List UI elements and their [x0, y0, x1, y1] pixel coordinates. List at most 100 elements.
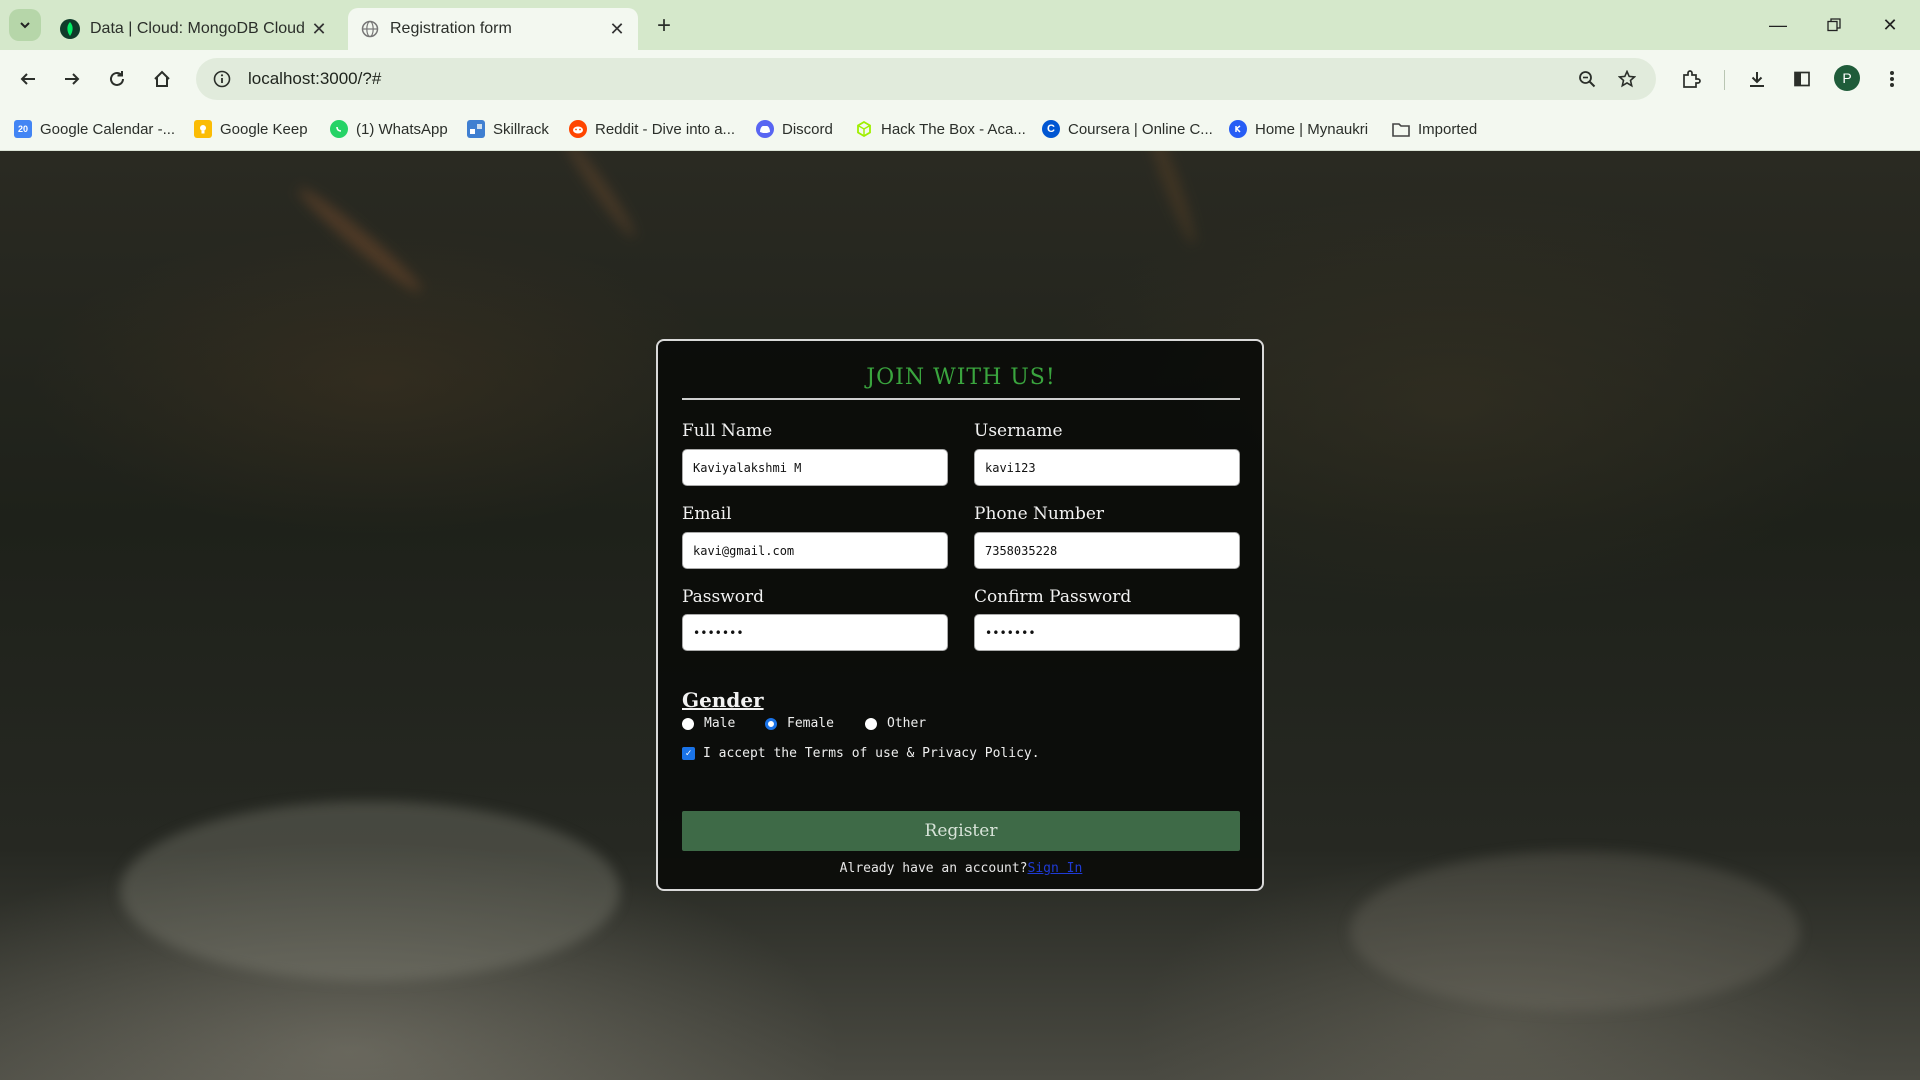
bookmark-coursera[interactable]: C Coursera | Online C... — [1042, 117, 1213, 141]
bookmark-label: Skillrack — [493, 120, 549, 138]
globe-icon — [360, 19, 380, 39]
bookmark-whatsapp[interactable]: (1) WhatsApp — [330, 117, 448, 141]
registration-card: JOIN WITH US! Full Name Kaviyalakshmi M … — [656, 339, 1264, 891]
gender-option-male[interactable]: Male — [682, 716, 735, 731]
radio-button[interactable] — [865, 717, 877, 730]
site-info-icon[interactable] — [204, 61, 240, 97]
new-tab-button[interactable]: + — [650, 12, 678, 40]
bookmark-mynaukri[interactable]: Home | Mynaukri — [1229, 117, 1368, 141]
download-icon[interactable] — [1741, 63, 1773, 95]
more-menu-icon[interactable] — [1876, 63, 1908, 95]
signin-link[interactable]: Sign In — [1028, 861, 1083, 876]
background-foliage — [120, 801, 620, 981]
bookmark-label: (1) WhatsApp — [356, 120, 448, 138]
bookmark-folder-imported[interactable]: Imported — [1392, 117, 1477, 141]
naukri-icon — [1229, 120, 1247, 138]
reddit-icon — [569, 120, 587, 138]
discord-icon — [756, 120, 774, 138]
checkmark-icon[interactable]: ✓ — [682, 747, 695, 760]
background-foliage — [1350, 851, 1800, 1011]
radio-button-selected[interactable] — [765, 717, 777, 730]
signin-prompt: Already have an account?Sign In — [682, 861, 1240, 876]
already-account-text: Already have an account? — [839, 861, 1028, 876]
bookmark-label: Google Keep — [220, 120, 308, 138]
email-label: Email — [682, 504, 732, 524]
profile-avatar[interactable]: P — [1834, 65, 1860, 91]
radio-label: Other — [887, 716, 927, 731]
calendar-icon: 20 — [14, 120, 32, 138]
gender-option-other[interactable]: Other — [865, 716, 926, 731]
close-icon[interactable]: ✕ — [604, 16, 630, 42]
bookmark-hackthebox[interactable]: Hack The Box - Aca... — [855, 117, 1026, 141]
tab-title: Data | Cloud: MongoDB Cloud — [90, 20, 305, 37]
bookmark-label: Hack The Box - Aca... — [881, 120, 1026, 138]
bookmarks-bar: 20 Google Calendar -... Google Keep (1) … — [0, 108, 1920, 151]
phone-number-input[interactable]: 7358035228 — [974, 532, 1240, 569]
home-icon[interactable] — [146, 63, 178, 95]
email-input[interactable]: kavi@gmail.com — [682, 532, 948, 569]
bookmark-label: Imported — [1418, 120, 1478, 138]
title-divider — [682, 398, 1240, 400]
bookmark-label: Discord — [782, 120, 833, 138]
tab-strip: Data | Cloud: MongoDB Cloud ✕ Registrati… — [0, 0, 1920, 50]
bookmark-label: Coursera | Online C... — [1068, 120, 1213, 138]
bookmark-discord[interactable]: Discord — [756, 117, 833, 141]
whatsapp-icon — [330, 120, 348, 138]
window-close-icon[interactable]: ✕ — [1870, 10, 1910, 40]
tab-registration-form[interactable]: Registration form ✕ — [348, 8, 638, 50]
reload-icon[interactable] — [101, 63, 133, 95]
bookmark-google-calendar[interactable]: 20 Google Calendar -... — [14, 117, 175, 141]
background-foliage — [1138, 151, 1202, 248]
full-name-input[interactable]: Kaviyalakshmi M — [682, 449, 948, 486]
gender-heading: Gender — [682, 688, 764, 712]
terms-checkbox-row[interactable]: ✓ I accept the Terms of use & Privacy Po… — [682, 746, 1040, 761]
bookmark-google-keep[interactable]: Google Keep — [194, 117, 308, 141]
address-bar[interactable]: localhost:3000/?# — [196, 58, 1656, 100]
username-input[interactable]: kavi123 — [974, 449, 1240, 486]
mongodb-leaf-icon — [60, 19, 80, 39]
radio-button[interactable] — [682, 717, 694, 730]
form-title: JOIN WITH US! — [866, 365, 1056, 390]
confirm-password-label: Confirm Password — [974, 587, 1132, 607]
radio-label: Male — [704, 716, 736, 731]
forward-arrow-icon[interactable] — [56, 63, 88, 95]
phone-number-label: Phone Number — [974, 504, 1105, 524]
password-input[interactable]: ••••••• — [682, 614, 948, 651]
minimize-icon[interactable]: — — [1758, 10, 1798, 40]
tab-title: Registration form — [390, 20, 512, 37]
url-text: localhost:3000/?# — [248, 69, 382, 88]
background-foliage — [559, 151, 641, 242]
close-icon[interactable]: ✕ — [306, 16, 332, 42]
skillrack-icon — [467, 120, 485, 138]
bookmark-label: Home | Mynaukri — [1255, 120, 1369, 138]
folder-icon — [1392, 120, 1410, 138]
zoom-icon[interactable] — [1570, 62, 1604, 96]
bookmark-star-icon[interactable] — [1610, 62, 1644, 96]
password-label: Password — [682, 587, 765, 607]
bookmark-label: Google Calendar -... — [40, 120, 176, 138]
browser-toolbar: localhost:3000/?# P — [0, 50, 1920, 108]
restore-icon[interactable] — [1814, 10, 1854, 40]
extensions-puzzle-icon[interactable] — [1675, 63, 1707, 95]
bookmark-skillrack[interactable]: Skillrack — [467, 117, 549, 141]
bookmark-reddit[interactable]: Reddit - Dive into a... — [569, 117, 735, 141]
toolbar-divider — [1724, 70, 1725, 90]
tab-search-button[interactable] — [9, 9, 41, 41]
radio-label: Female — [787, 716, 834, 731]
coursera-icon: C — [1042, 120, 1060, 138]
keep-icon — [194, 120, 212, 138]
side-panel-icon[interactable] — [1786, 63, 1818, 95]
username-label: Username — [974, 421, 1063, 441]
hackthebox-icon — [855, 120, 873, 138]
confirm-password-input[interactable]: ••••••• — [974, 614, 1240, 651]
bookmark-label: Reddit - Dive into a... — [595, 120, 736, 138]
background-foliage — [292, 181, 428, 299]
page-background: JOIN WITH US! Full Name Kaviyalakshmi M … — [0, 151, 1920, 1080]
register-button[interactable]: Register — [682, 811, 1240, 851]
back-arrow-icon[interactable] — [12, 63, 44, 95]
gender-option-female[interactable]: Female — [765, 716, 834, 731]
tab-mongodb[interactable]: Data | Cloud: MongoDB Cloud ✕ — [48, 8, 340, 50]
chevron-down-icon — [20, 22, 30, 29]
full-name-label: Full Name — [682, 421, 773, 441]
terms-label: I accept the Terms of use & Privacy Poli… — [703, 746, 1040, 761]
